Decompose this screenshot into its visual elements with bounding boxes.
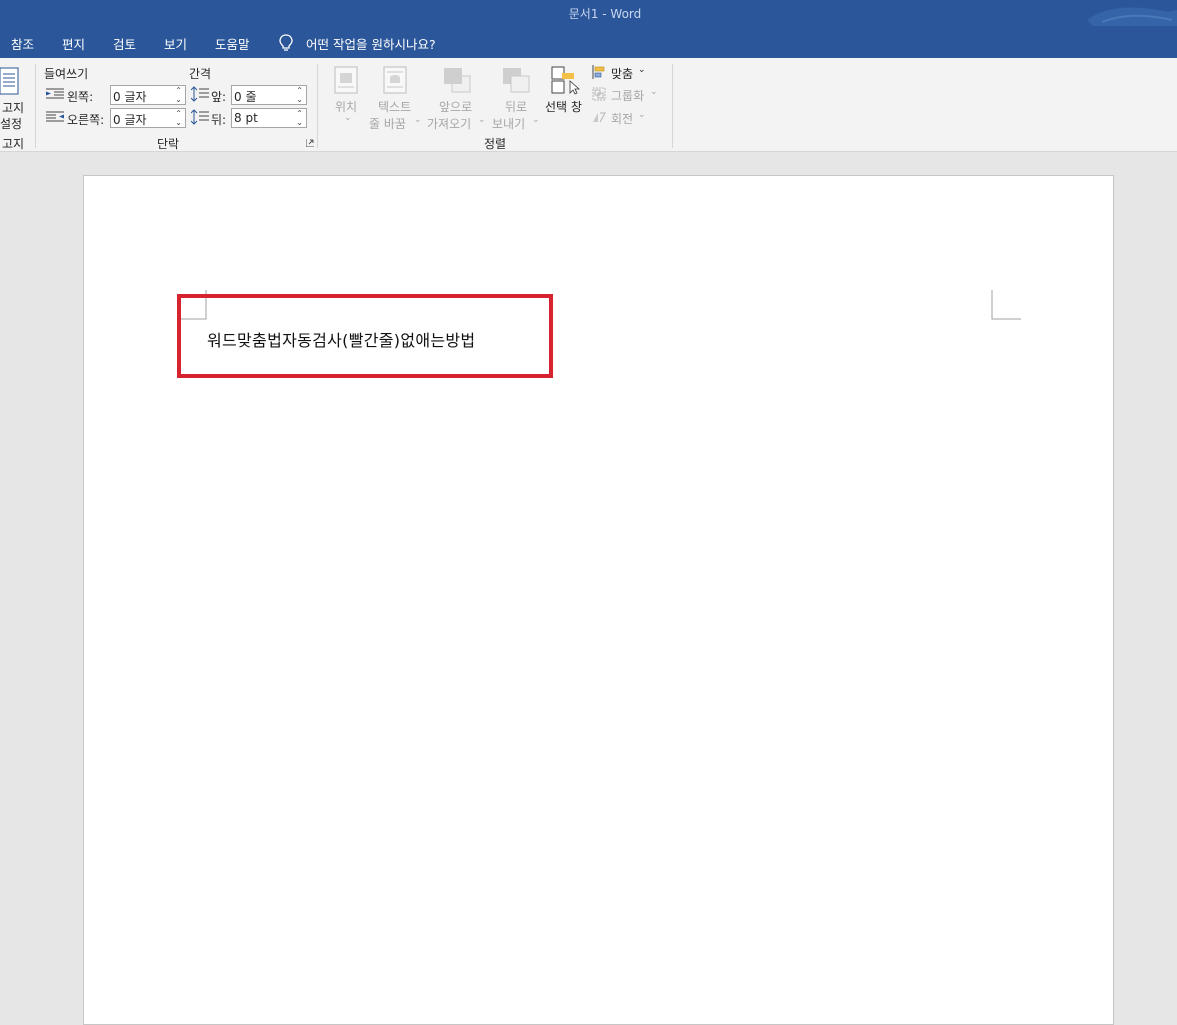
dialog-launcher-icon[interactable] [306,139,314,147]
chevron-down-icon: ⌄ [478,115,486,125]
indent-left-input[interactable]: 0 글자 ⌃ ⌄ [110,85,186,105]
wrap-text-button-line2[interactable]: 줄 바꿈 [369,115,406,132]
indent-right-input[interactable]: 0 글자 ⌃ ⌄ [110,108,186,128]
align-icon [592,65,605,79]
send-backward-button-line2[interactable]: 보내기 [492,115,525,132]
bring-forward-icon[interactable] [442,66,472,94]
spacing-before-label: 앞: [211,90,227,104]
chevron-down-icon: ⌄ [532,115,540,125]
page-setup-icon[interactable] [0,66,20,96]
wrap-text-icon[interactable] [383,66,407,94]
rotate-button[interactable]: 회전 [611,110,633,127]
bring-forward-button[interactable]: 앞으로 [439,98,472,115]
send-backward-button[interactable]: 뒤로 [505,98,527,115]
paragraph-group-label: 단락 [157,137,180,151]
chevron-down-icon: ⌄ [638,65,646,75]
bring-forward-button-line2[interactable]: 가져오기 [427,115,471,132]
send-backward-icon[interactable] [501,66,531,94]
chevron-down-icon: ⌄ [638,110,646,120]
indent-left-label: 왼쪽: [67,90,94,104]
partial-button-label-2[interactable]: 설정 [0,115,22,132]
spacing-before-input[interactable]: 0 줄 ⌃ ⌄ [231,85,307,105]
group-separator [317,64,318,148]
tab-mailings[interactable]: 편지 [62,34,85,53]
highlight-box [177,294,553,378]
spacing-after-input[interactable]: 8 pt ⌃ ⌄ [231,108,307,128]
ribbon: 고지 설정 고지 들여쓰기 간격 왼쪽: 0 글자 ⌃ ⌄ 오른쪽: 0 글자 ⌃… [0,58,1177,152]
chevron-down-icon: ⌄ [344,113,352,123]
rotate-icon [593,112,606,123]
spinner-icon[interactable]: ⌃ ⌄ [296,86,303,104]
spinner-icon[interactable]: ⌃ ⌄ [175,86,182,104]
group-separator [672,64,673,148]
tell-me-search[interactable]: 어떤 작업을 원하시나요? [306,34,436,53]
partial-group-label: 고지 [2,137,25,151]
selection-pane-icon[interactable] [550,65,580,95]
position-icon[interactable] [334,66,358,94]
chevron-down-icon: ⌄ [650,87,658,97]
align-button[interactable]: 맞춤 [611,65,633,82]
group-button[interactable]: 그룹화 [611,87,644,104]
arrange-group-label: 정렬 [484,137,507,151]
spinner-icon[interactable]: ⌃ ⌄ [296,109,303,127]
spinner-icon[interactable]: ⌃ ⌄ [175,109,182,127]
indent-heading: 들여쓰기 [44,67,89,81]
tab-review[interactable]: 검토 [113,34,136,53]
spacing-before-icon [191,86,209,102]
indent-left-icon [46,88,64,99]
selection-pane-button[interactable]: 선택 창 [545,98,582,115]
spacing-heading: 간격 [189,67,212,81]
partial-button-label-1[interactable]: 고지 [2,99,24,116]
tab-view[interactable]: 보기 [164,34,187,53]
indent-right-label: 오른쪽: [67,113,105,127]
tab-help[interactable]: 도움말 [215,34,250,53]
lightbulb-icon [279,34,293,51]
group-separator [35,64,36,148]
menu-bar: 참조 편지 검토 보기 도움말 어떤 작업을 원하시나요? [0,26,1177,58]
crop-mark-top-right [991,290,1021,320]
wrap-text-button[interactable]: 텍스트 [378,98,411,115]
tab-references[interactable]: 참조 [11,34,34,53]
spacing-after-icon [191,109,209,125]
spacing-after-label: 뒤: [211,113,227,127]
title-bar: 문서1 - Word [0,0,1177,39]
chevron-down-icon: ⌄ [414,115,422,125]
group-icon [592,87,606,101]
indent-right-icon [46,111,64,122]
window-title: 문서1 - Word [568,7,642,21]
